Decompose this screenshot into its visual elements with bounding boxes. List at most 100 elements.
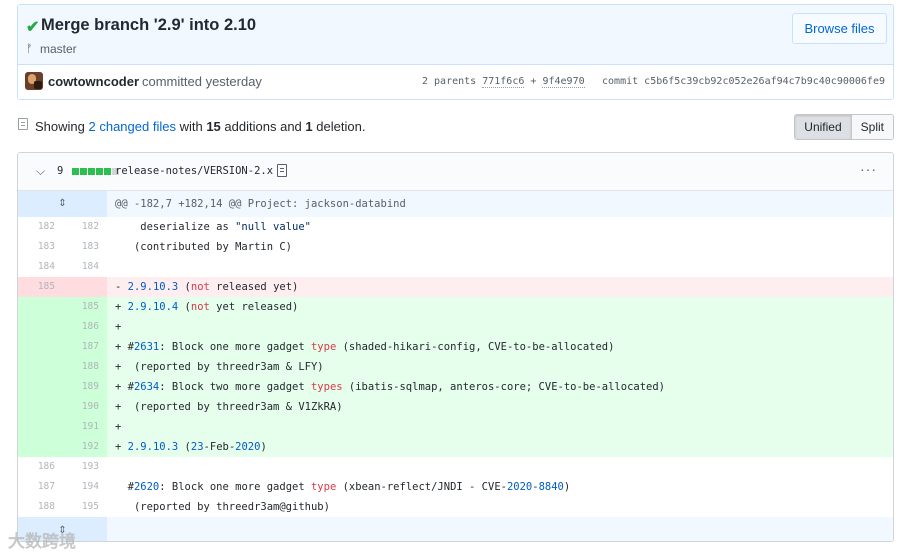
hunk-footer: ⇕ [18, 517, 893, 541]
avatar[interactable] [25, 72, 43, 90]
parent-separator: + [530, 76, 537, 87]
additions-count: 15 [206, 119, 221, 134]
new-line-number[interactable]: 183 [63, 237, 107, 257]
diff-line: 188 + (reported by threedr3am & LFY) [18, 357, 893, 377]
old-line-number[interactable] [18, 437, 63, 457]
commit-header: ✔ Merge branch '2.9' into 2.10 ᚠ master … [17, 4, 894, 100]
diff-line: 185 - 2.9.10.3 (not released yet) [18, 277, 893, 297]
file-diff-icon[interactable] [18, 118, 28, 130]
diff-line: 183 183 (contributed by Martin C) [18, 237, 893, 257]
author-link[interactable]: cowtowncoder [48, 74, 139, 89]
code-line: (reported by threedr3am@github) [115, 501, 330, 513]
commit-time: committed yesterday [142, 74, 262, 89]
old-line-number[interactable] [18, 337, 63, 357]
code-line: + #2634: Block two more gadget types (ib… [107, 377, 893, 397]
new-line-number[interactable]: 194 [63, 477, 107, 497]
new-line-number[interactable] [63, 277, 107, 297]
old-line-number[interactable] [18, 397, 63, 417]
diff-line: 190 + (reported by threedr3am & V1ZkRA) [18, 397, 893, 417]
chevron-down-icon[interactable]: ⌵ [36, 164, 45, 179]
diffstat-block [96, 168, 103, 175]
old-line-number[interactable]: 188 [18, 497, 63, 517]
old-line-number[interactable]: 186 [18, 457, 63, 477]
new-line-number[interactable]: 195 [63, 497, 107, 517]
old-line-number[interactable] [18, 357, 63, 377]
new-line-number[interactable]: 185 [63, 297, 107, 317]
old-line-number[interactable] [18, 377, 63, 397]
new-line-number[interactable]: 190 [63, 397, 107, 417]
hunk-header: ⇕ @@ -182,7 +182,14 @@ Project: jackson-… [18, 191, 893, 217]
old-line-number[interactable]: 185 [18, 277, 63, 297]
new-line-number[interactable]: 186 [63, 317, 107, 337]
unified-button[interactable]: Unified [795, 115, 851, 139]
diff-line: 186 193 [18, 457, 893, 477]
code-line: + (reported by threedr3am & LFY) [107, 357, 893, 377]
with-label: with [179, 119, 203, 134]
commit-label: commit [602, 76, 639, 87]
old-line-number[interactable]: 184 [18, 257, 63, 277]
code-line: - 2.9.10.3 (not released yet) [107, 277, 893, 297]
old-line-number[interactable]: 183 [18, 237, 63, 257]
git-branch-icon: ᚠ [26, 43, 33, 55]
diff-line: 188 195 (reported by threedr3am@github) [18, 497, 893, 517]
kebab-horizontal-icon[interactable]: ··· [860, 161, 877, 177]
new-line-number[interactable]: 188 [63, 357, 107, 377]
new-line-number[interactable]: 182 [63, 217, 107, 237]
old-line-number[interactable] [18, 297, 63, 317]
old-line-number[interactable]: 187 [18, 477, 63, 497]
clippy-icon[interactable] [277, 164, 287, 177]
new-line-number[interactable]: 191 [63, 417, 107, 437]
diff-line: 187 194 #2620: Block one more gadget type… [18, 477, 893, 497]
code-line: + [107, 317, 893, 337]
code-line: (contributed by Martin C) [115, 241, 293, 253]
hunk-header-text: @@ -182,7 +182,14 @@ Project: jackson-da… [115, 198, 406, 210]
diffstat-block [104, 168, 111, 175]
branch-name[interactable]: master [40, 42, 77, 56]
commit-summary: ✔ Merge branch '2.9' into 2.10 ᚠ master … [18, 5, 893, 65]
commit-meta: cowtowncoder committed yesterday 2 paren… [18, 65, 893, 99]
diff-summary: Showing 2 changed files with 15 addition… [35, 119, 365, 134]
diffstat-block [88, 168, 95, 175]
split-button[interactable]: Split [850, 115, 893, 139]
browse-files-button[interactable]: Browse files [792, 13, 887, 44]
code-line: + 2.9.10.4 (not yet released) [107, 297, 893, 317]
parent-sha-2[interactable]: 9f4e970 [542, 76, 585, 88]
code-line: + (reported by threedr3am & V1ZkRA) [107, 397, 893, 417]
code-line: + [107, 417, 893, 437]
new-line-number[interactable]: 192 [63, 437, 107, 457]
file-diff: ⌵ 9 release-notes/VERSION-2.x ··· ⇕ @@ -… [17, 152, 894, 542]
deletions-label: deletion. [316, 119, 366, 134]
diff-view-toggle: Unified Split [794, 114, 894, 140]
new-line-number[interactable]: 187 [63, 337, 107, 357]
old-line-number[interactable]: 182 [18, 217, 63, 237]
diff-line: 182 182 deserialize as "null value" [18, 217, 893, 237]
diff-lines: 182 182 deserialize as "null value" 183 183… [18, 217, 893, 517]
diff-line: 192 + 2.9.10.3 (23-Feb-2020) [18, 437, 893, 457]
commit-sha-value: c5b6f5c39cb92c052e26af94c7b9c40c90006fe9 [644, 76, 885, 87]
old-line-number[interactable] [18, 317, 63, 337]
file-name[interactable]: release-notes/VERSION-2.x [115, 165, 273, 177]
diff-line: 191 + [18, 417, 893, 437]
diff-line: 189 + #2634: Block two more gadget types … [18, 377, 893, 397]
new-line-number[interactable]: 184 [63, 257, 107, 277]
diffstat [72, 168, 119, 175]
showing-label: Showing [35, 119, 85, 134]
changed-files-link[interactable]: 2 changed files [89, 119, 176, 134]
file-header: ⌵ 9 release-notes/VERSION-2.x ··· [18, 153, 893, 191]
code-line: + #2631: Block one more gadget type (sha… [107, 337, 893, 357]
new-line-number[interactable]: 189 [63, 377, 107, 397]
code-line: deserialize as "null value" [115, 221, 311, 233]
unfold-icon[interactable]: ⇕ [18, 191, 107, 217]
code-line: #2620: Block one more gadget type (xbean… [115, 481, 571, 493]
diffstat-block [80, 168, 87, 175]
parent-sha-1[interactable]: 771f6c6 [482, 76, 525, 88]
old-line-number[interactable] [18, 417, 63, 437]
commit-sha: commit c5b6f5c39cb92c052e26af94c7b9c40c9… [602, 76, 885, 87]
additions-label: additions [224, 119, 277, 134]
new-line-number[interactable]: 193 [63, 457, 107, 477]
check-icon: ✔ [26, 19, 40, 36]
diff-table: ⇕ @@ -182,7 +182,14 @@ Project: jackson-… [18, 191, 893, 541]
parents-info: 2 parents 771f6c6 + 9f4e970 [422, 76, 585, 88]
deletions-count: 1 [305, 119, 313, 134]
